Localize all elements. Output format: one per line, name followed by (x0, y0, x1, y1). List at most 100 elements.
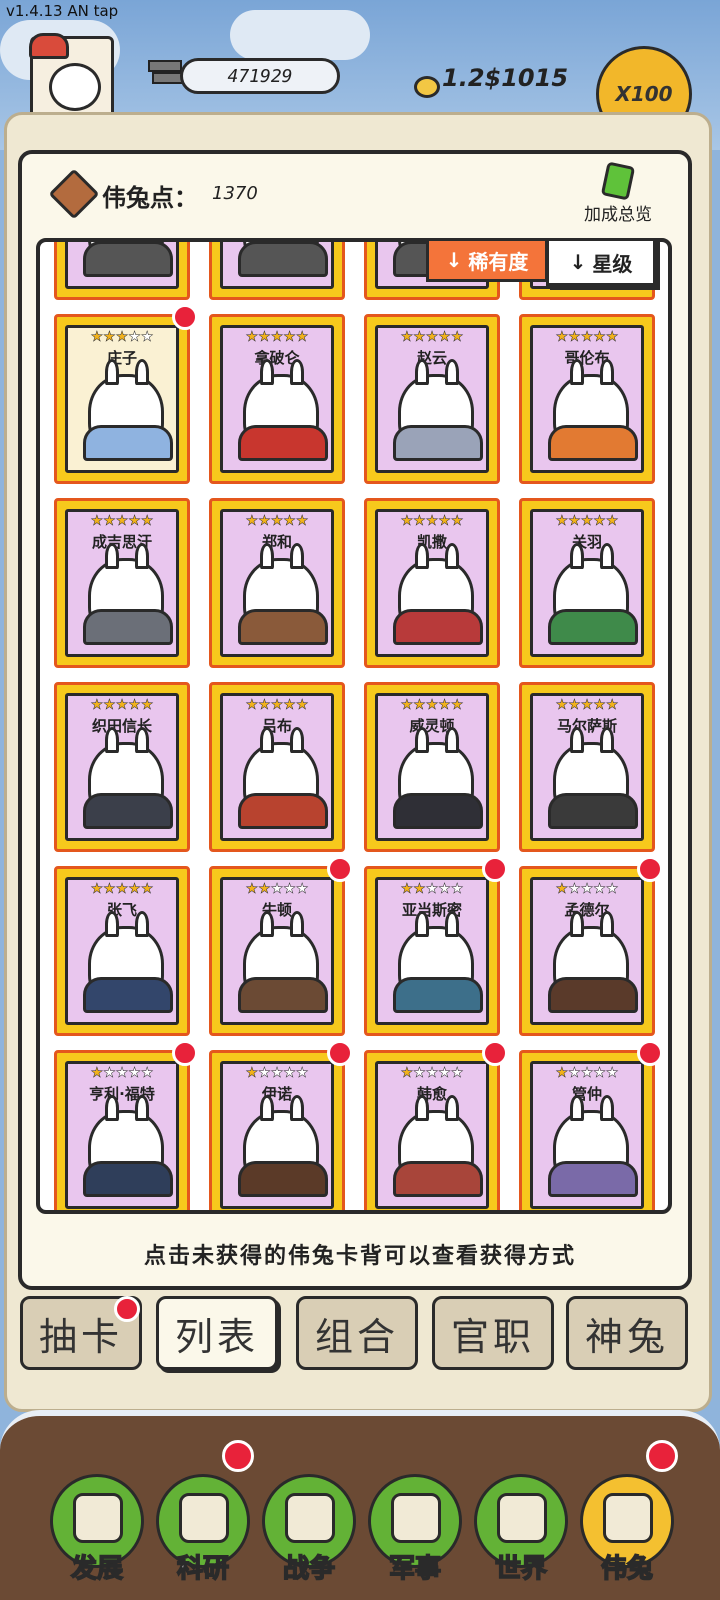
hero-card[interactable]: ★★★★★ 牛顿 (209, 866, 345, 1036)
hero-name: 拿破仑 (254, 349, 300, 367)
player-avatar[interactable] (29, 33, 114, 120)
hero-name: 亚当斯密 (401, 901, 462, 919)
hero-card[interactable]: ★★★★★ 庄子 (54, 314, 190, 484)
hero-card[interactable]: ★★★★★ 成吉思汗 (54, 498, 190, 668)
tab-1[interactable]: 列表 (156, 1296, 278, 1370)
star-icon: ★ (555, 881, 569, 898)
hero-card[interactable]: ★★★★★ 关羽 (519, 498, 655, 668)
hero-card[interactable]: ★★★★★ 郑和 (209, 498, 345, 668)
hero-card[interactable]: ★★★★★ 吕布 (209, 682, 345, 852)
hero-card[interactable]: ★★★★★ 孟德尔 (519, 866, 655, 1036)
hero-card[interactable]: ★★★★★ 赵云 (364, 314, 500, 484)
card-face: ★★★★★ 亨利·福特 (65, 1061, 179, 1209)
card-list[interactable]: ★★★★★ 庄子 ★★★★★ 拿破仑 ★★★★★ 赵云 ★★★★★ 哥伦布 ★★★★★ 成吉思汗 ★… (36, 238, 672, 1214)
bunny-portrait (393, 727, 483, 829)
star-icon: ★ (400, 1065, 414, 1082)
star-icon: ★ (438, 329, 451, 346)
card-face: ★★★★★ 郑和 (220, 509, 334, 657)
hero-card[interactable]: ★★★★★ 亚当斯密 (364, 866, 500, 1036)
star-icon: ★ (270, 881, 284, 898)
hero-card[interactable]: ★★★★★ 凯撒 (364, 498, 500, 668)
bunny-portrait (83, 1095, 173, 1197)
card-face: ★★★★★ 庄子 (65, 325, 179, 473)
star-icon: ★ (295, 697, 309, 714)
notification-badge (646, 1440, 678, 1472)
star-icon: ★ (90, 881, 104, 898)
hero-card[interactable]: ★★★★★ 威灵顿 (364, 682, 500, 852)
star-icon: ★ (580, 513, 594, 530)
star-icon: ★ (103, 1065, 116, 1082)
star-rating: ★★★★★ (68, 1064, 176, 1082)
hero-card[interactable]: ★★★★★ 哥伦布 (519, 314, 655, 484)
star-icon: ★ (115, 1065, 129, 1082)
star-icon: ★ (413, 513, 426, 530)
hero-card[interactable]: ★★★★★ 亨利·福特 (54, 1050, 190, 1210)
money-counter: 1.2$1015 (442, 64, 569, 92)
star-icon: ★ (580, 1065, 594, 1082)
hero-name: 亨利·福特 (89, 1085, 155, 1103)
hero-card[interactable]: ★★★★★ 韩愈 (364, 1050, 500, 1210)
star-icon: ★ (115, 329, 129, 346)
star-rating: ★★★★★ (223, 696, 331, 714)
star-icon: ★ (568, 329, 581, 346)
star-icon: ★ (400, 329, 414, 346)
tab-2[interactable]: 组合 (296, 1296, 418, 1370)
sort-star-button[interactable]: ↓ 星级 (546, 238, 656, 286)
star-icon: ★ (90, 1065, 104, 1082)
star-icon: ★ (605, 513, 619, 530)
star-icon: ★ (258, 329, 271, 346)
bunny-portrait (548, 727, 638, 829)
bonus-overview-label: 加成总览 (584, 205, 652, 225)
card-face: ★★★★★ 威灵顿 (375, 693, 489, 841)
tab-label: 抽卡 (38, 1314, 123, 1359)
hero-card[interactable]: ★★★★★ 张飞 (54, 866, 190, 1036)
nav-label: 军事 (388, 1553, 442, 1585)
star-icon: ★ (128, 329, 141, 346)
star-icon: ★ (605, 881, 619, 898)
bunny-icon (603, 1493, 653, 1543)
bonus-overview-button[interactable]: 加成总览 (572, 160, 664, 230)
star-icon: ★ (283, 329, 296, 346)
globe-icon (497, 1493, 547, 1543)
bunny-portrait (238, 727, 328, 829)
notification-badge (327, 1040, 353, 1066)
star-icon: ★ (605, 329, 619, 346)
sort-rarity-button[interactable]: ↓ 稀有度 (426, 238, 548, 282)
star-rating: ★★★★★ (533, 328, 641, 346)
hero-name: 韩愈 (416, 1085, 447, 1103)
star-icon: ★ (140, 881, 154, 898)
hero-card[interactable]: ★★★★★ 拿破仑 (209, 314, 345, 484)
points-label: 伟兔点： (102, 184, 198, 212)
bunny-portrait (548, 359, 638, 461)
star-icon: ★ (140, 329, 154, 346)
star-icon: ★ (140, 1065, 154, 1082)
hero-card[interactable]: ★★★★★ 马尔萨斯 (519, 682, 655, 852)
hero-card[interactable] (209, 242, 345, 300)
nav-label: 战争 (282, 1553, 336, 1585)
star-icon: ★ (245, 1065, 259, 1082)
card-face: ★★★★★ 关羽 (530, 509, 644, 657)
hero-card[interactable] (54, 242, 190, 300)
star-icon: ★ (128, 1065, 141, 1082)
star-icon: ★ (295, 1065, 309, 1082)
star-icon: ★ (438, 881, 451, 898)
coin-icon (414, 76, 440, 98)
star-rating: ★★★★★ (68, 328, 176, 346)
hero-name: 张飞 (106, 901, 137, 919)
tab-4[interactable]: 神兔 (566, 1296, 688, 1370)
hero-card[interactable]: ★★★★★ 织田信长 (54, 682, 190, 852)
star-icon: ★ (425, 697, 439, 714)
star-icon: ★ (115, 513, 129, 530)
hero-card[interactable]: ★★★★★ 管仲 (519, 1050, 655, 1210)
star-rating: ★★★★★ (68, 696, 176, 714)
bunny-portrait (83, 727, 173, 829)
tab-3[interactable]: 官职 (432, 1296, 554, 1370)
star-icon: ★ (425, 1065, 439, 1082)
bunny-portrait (238, 1095, 328, 1197)
hero-card[interactable]: ★★★★★ 伊诺 (209, 1050, 345, 1210)
star-rating: ★★★★★ (533, 880, 641, 898)
silver-counter: 471929 (180, 58, 340, 94)
bunny-portrait (393, 1095, 483, 1197)
star-icon: ★ (593, 881, 606, 898)
card-face: ★★★★★ 牛顿 (220, 877, 334, 1025)
